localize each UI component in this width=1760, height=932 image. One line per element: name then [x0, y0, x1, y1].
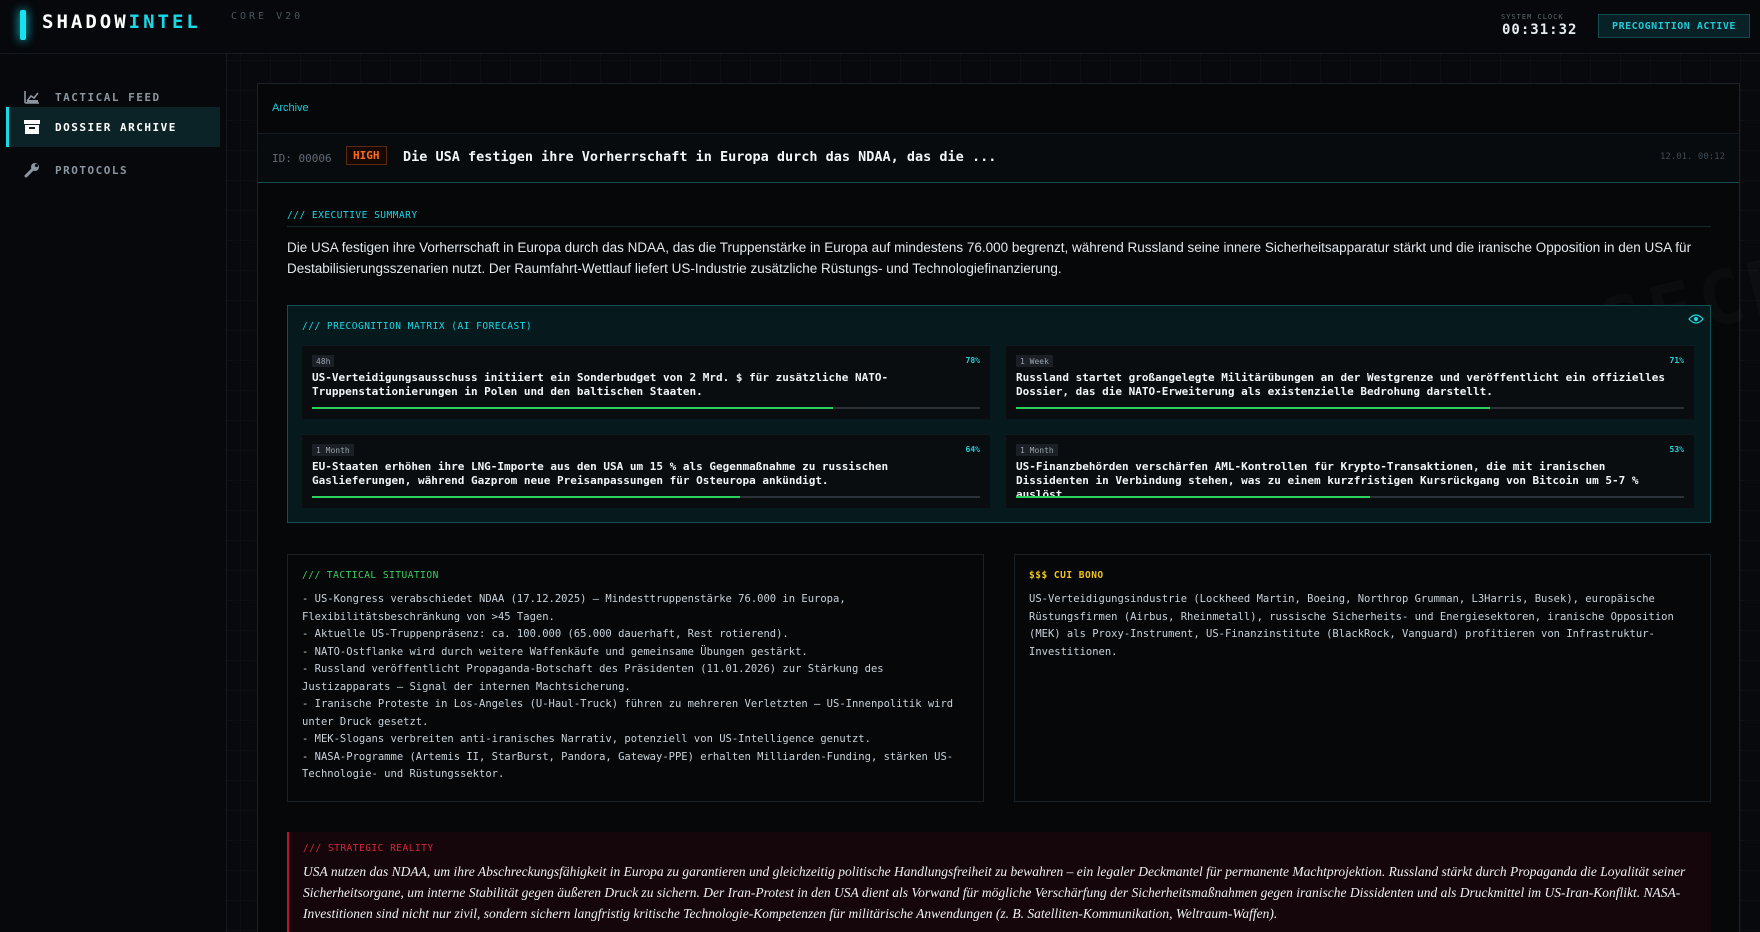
sidebar-item-protocols[interactable]: PROTOCOLS	[6, 150, 220, 190]
strategic-reality-label: /// STRATEGIC REALITY	[303, 843, 434, 854]
strategic-reality-text: USA nutzen das NDAA, um ihre Abschreckun…	[303, 864, 1686, 921]
cui-bono-panel: $$$ CUI BONO US-Verteidigungsindustrie (…	[1014, 554, 1711, 802]
prediction-horizon: 1 Month	[1016, 444, 1058, 456]
prediction-text: US-Verteidigungsausschuss initiiert ein …	[312, 371, 889, 398]
archive-icon	[22, 119, 42, 135]
strategic-reality-panel: /// STRATEGIC REALITY USA nutzen das NDA…	[287, 832, 1711, 932]
prediction-card: 48h 78% US-Verteidigungsausschuss initii…	[302, 345, 990, 419]
prediction-card: 1 Month 64% EU-Staaten erhöhen ihre LNG-…	[302, 434, 990, 508]
precognition-matrix: /// PRECOGNITION MATRIX (AI FORECAST) 48…	[287, 305, 1711, 523]
breadcrumb-archive[interactable]: Archive	[272, 102, 309, 114]
probability-fill	[312, 496, 740, 498]
precognition-matrix-label: /// PRECOGNITION MATRIX (AI FORECAST)	[302, 321, 533, 332]
list-item: - US-Kongress verabschiedet NDAA (17.12.…	[302, 593, 846, 623]
version-label: CORE V20	[231, 11, 304, 22]
list-item: - Russland veröffentlicht Propaganda-Bot…	[302, 663, 884, 693]
sidebar-item-label: DOSSIER ARCHIVE	[55, 120, 177, 134]
prediction-card: 1 Week 71% Russland startet großangelegt…	[1006, 345, 1694, 419]
cui-bono-text: US-Verteidigungsindustrie (Lockheed Mart…	[1029, 593, 1674, 658]
sidebar: TACTICAL FEED DOSSIER ARCHIVE PROTOCOLS	[0, 54, 227, 932]
dossier-timestamp: 12.01. 00:12	[1659, 152, 1725, 162]
divider	[287, 226, 1711, 227]
tactical-situation-list: - US-Kongress verabschiedet NDAA (17.12.…	[302, 591, 970, 784]
wrench-icon	[22, 162, 42, 178]
prediction-horizon: 1 Month	[312, 444, 354, 456]
probability-fill	[1016, 496, 1371, 498]
brand-accent: INTEL	[128, 11, 201, 33]
priority-badge: HIGH	[346, 146, 387, 165]
prediction-card: 1 Month 53% US-Finanzbehörden verschärfe…	[1006, 434, 1694, 508]
precognition-status-button[interactable]: PRECOGNITION ACTIVE	[1598, 14, 1750, 38]
tactical-situation-panel: /// TACTICAL SITUATION - US-Kongress ver…	[287, 554, 984, 802]
dossier-header: ID: 00006 HIGH Die USA festigen ihre Vor…	[258, 133, 1739, 183]
prediction-horizon: 1 Week	[1016, 355, 1053, 367]
sidebar-item-dossier-archive[interactable]: DOSSIER ARCHIVE	[6, 107, 220, 147]
chart-icon	[22, 89, 42, 105]
probability-bar	[1016, 407, 1684, 409]
prediction-probability: 64%	[965, 445, 980, 454]
logo-mark	[20, 10, 26, 40]
prediction-text: EU-Staaten erhöhen ihre LNG-Importe aus …	[312, 460, 889, 487]
prediction-text: Russland startet großangelegte Militärüb…	[1016, 371, 1666, 398]
list-item: - NATO-Ostflanke wird durch weitere Waff…	[302, 645, 808, 658]
list-item: - MEK-Slogans verbreiten anti-iranisches…	[302, 733, 871, 745]
system-clock: 00:31:32	[1502, 22, 1578, 38]
probability-bar	[312, 407, 980, 409]
dossier-id: ID: 00006	[272, 152, 332, 165]
probability-bar	[312, 496, 980, 498]
probability-bar	[1016, 496, 1684, 498]
probability-fill	[1016, 407, 1491, 409]
executive-summary-label: /// EXECUTIVE SUMMARY	[287, 210, 418, 221]
sidebar-item-label: PROTOCOLS	[55, 163, 129, 177]
prediction-probability: 71%	[1669, 356, 1684, 365]
dossier-title: Die USA festigen ihre Vorherrschaft in E…	[403, 149, 997, 165]
list-item: - Iranische Proteste in Los-Angeles (U-H…	[302, 698, 954, 728]
brand-main: SHADOW	[42, 11, 129, 33]
cui-bono-label: $$$ CUI BONO	[1029, 570, 1104, 581]
brand-logo[interactable]: SHADOWINTEL	[42, 11, 201, 33]
eye-icon[interactable]	[1688, 313, 1704, 325]
top-bar: SHADOWINTEL CORE V20 SYSTEM CLOCK 00:31:…	[0, 0, 1760, 54]
tactical-situation-label: /// TACTICAL SITUATION	[302, 570, 439, 581]
probability-fill	[312, 407, 834, 409]
prediction-horizon: 48h	[312, 355, 335, 367]
list-item: - Aktuelle US-Truppenpräsenz: ca. 100.00…	[302, 628, 789, 640]
dossier-panel: Archive ID: 00006 HIGH Die USA festigen …	[257, 83, 1740, 932]
executive-summary-text: Die USA festigen ihre Vorherrschaft in E…	[287, 240, 1692, 276]
prediction-probability: 78%	[965, 356, 980, 365]
sidebar-item-label: TACTICAL FEED	[55, 90, 161, 104]
list-item: - NASA-Programme (Artemis II, StarBurst,…	[302, 750, 954, 781]
clock-label: SYSTEM CLOCK	[1501, 13, 1564, 21]
prediction-probability: 53%	[1669, 445, 1684, 454]
